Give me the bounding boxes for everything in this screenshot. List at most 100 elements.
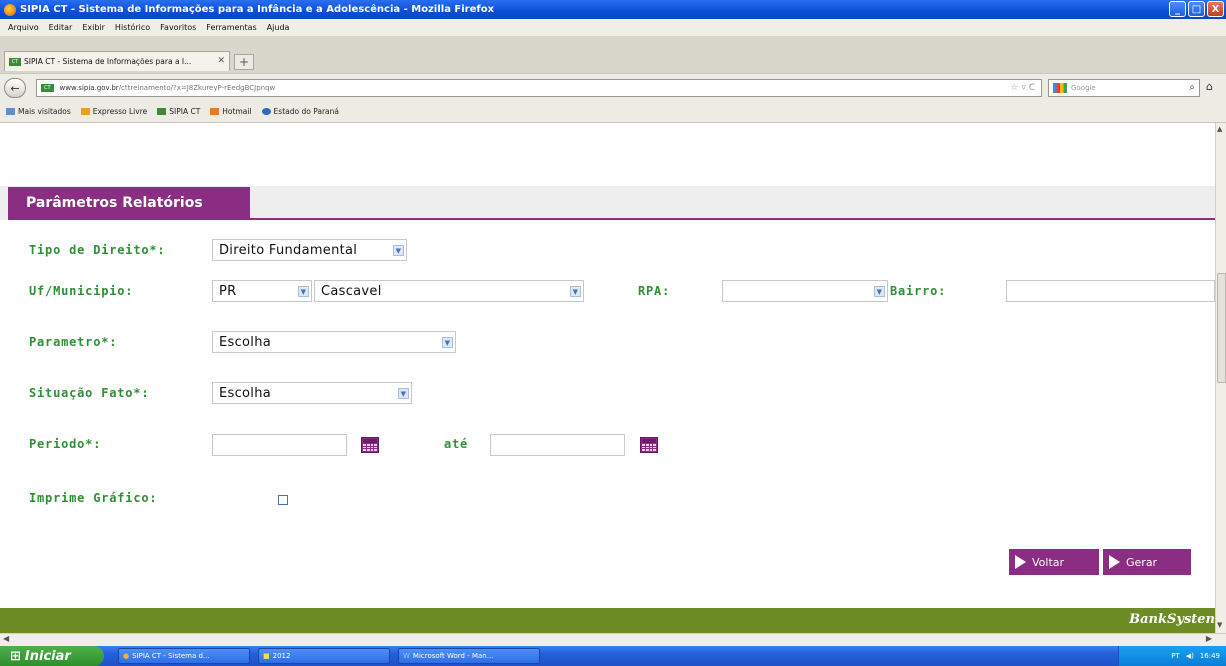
menu-ajuda[interactable]: Ajuda bbox=[267, 23, 290, 32]
back-button[interactable]: ← bbox=[4, 78, 26, 98]
menu-bar: Arquivo Editar Exibir Histórico Favorito… bbox=[0, 19, 1226, 36]
bookmarks-toolbar: Mais visitados Expresso Livre SIPIA CT H… bbox=[0, 101, 1226, 123]
page-footer: BankSysten bbox=[0, 608, 1215, 633]
menu-editar[interactable]: Editar bbox=[49, 23, 73, 32]
gerar-label: Gerar bbox=[1126, 555, 1158, 569]
language-indicator[interactable]: PT bbox=[1171, 652, 1180, 660]
start-button[interactable]: ⊞ Iniciar bbox=[0, 646, 104, 666]
expresso-icon bbox=[80, 108, 90, 115]
rpa-select[interactable]: ▼ bbox=[722, 280, 888, 302]
tipo-direito-label: Tipo de Direito*: bbox=[29, 243, 166, 257]
menu-arquivo[interactable]: Arquivo bbox=[8, 23, 39, 32]
folder-icon bbox=[6, 108, 15, 115]
maximize-button[interactable]: □ bbox=[1188, 1, 1205, 17]
bookmark-hotmail[interactable]: Hotmail bbox=[210, 107, 252, 116]
imprime-grafico-label: Imprime Gráfico: bbox=[29, 491, 158, 505]
search-bar[interactable]: Google ⌕ bbox=[1048, 79, 1200, 97]
taskbar-item-folder[interactable]: ■ 2012 bbox=[258, 648, 390, 664]
bookmark-expresso-livre[interactable]: Expresso Livre bbox=[80, 107, 147, 116]
tipo-direito-value: Direito Fundamental bbox=[219, 242, 358, 258]
bookmark-estado-parana[interactable]: Estado do Paraná bbox=[261, 107, 339, 116]
minimize-button[interactable]: _ bbox=[1169, 1, 1186, 17]
taskbar-item-word[interactable]: W Microsoft Word - Man... bbox=[398, 648, 540, 664]
vertical-scrollbar[interactable]: ▲ ▼ bbox=[1215, 123, 1226, 633]
rpa-label: RPA: bbox=[638, 284, 671, 298]
scroll-down-icon[interactable]: ▼ bbox=[1217, 621, 1222, 629]
situacao-fato-select[interactable]: Escolha ▼ bbox=[212, 382, 412, 404]
windows-logo-icon: ⊞ bbox=[10, 648, 21, 664]
uf-select[interactable]: PR ▼ bbox=[212, 280, 312, 302]
parametro-value: Escolha bbox=[219, 334, 272, 350]
chevron-down-icon[interactable]: ▼ bbox=[570, 286, 581, 297]
globe-icon bbox=[261, 108, 271, 115]
tab-bar: CT SIPIA CT - Sistema de Informações par… bbox=[0, 36, 1226, 73]
chevron-down-icon[interactable]: ▼ bbox=[298, 286, 309, 297]
volume-icon[interactable]: ◀) bbox=[1186, 652, 1194, 660]
gerar-button[interactable]: Gerar bbox=[1103, 549, 1191, 575]
chevron-down-icon[interactable]: ▼ bbox=[874, 286, 885, 297]
tab-close-icon[interactable]: ✕ bbox=[217, 56, 225, 66]
chevron-down-icon[interactable]: ▼ bbox=[393, 245, 404, 256]
taskbar-item-firefox[interactable]: ● SIPIA CT - Sistema d... bbox=[118, 648, 250, 664]
arrow-right-icon bbox=[1015, 555, 1026, 569]
bookmark-star-icon[interactable]: ☆ ▿ C bbox=[1010, 83, 1035, 93]
chevron-down-icon[interactable]: ▼ bbox=[442, 337, 453, 348]
menu-ferramentas[interactable]: Ferramentas bbox=[206, 23, 256, 32]
system-tray: PT ◀) 16:49 bbox=[1118, 646, 1226, 666]
scroll-left-icon[interactable]: ◀ bbox=[3, 634, 9, 643]
new-tab-button[interactable]: + bbox=[234, 54, 254, 70]
page-content: Parâmetros Relatórios Tipo de Direito*: … bbox=[0, 123, 1215, 633]
chevron-down-icon[interactable]: ▼ bbox=[398, 388, 409, 399]
site-identity-icon[interactable]: CT bbox=[41, 84, 54, 92]
scroll-up-icon[interactable]: ▲ bbox=[1217, 125, 1222, 133]
calendar-icon[interactable] bbox=[361, 437, 379, 453]
scroll-right-icon[interactable]: ▶ bbox=[1206, 634, 1212, 643]
uf-municipio-label: Uf/Municipio: bbox=[29, 284, 134, 298]
tab-label: SIPIA CT - Sistema de Informações para a… bbox=[24, 57, 192, 66]
section-title: Parâmetros Relatórios bbox=[8, 187, 250, 219]
calendar-icon[interactable] bbox=[640, 437, 658, 453]
tab-sipia[interactable]: CT SIPIA CT - Sistema de Informações par… bbox=[4, 51, 230, 71]
periodo-label: Periodo*: bbox=[29, 437, 102, 451]
ate-label: até bbox=[444, 437, 469, 451]
search-placeholder: Google bbox=[1071, 84, 1096, 92]
address-bar[interactable]: CT www.sipia.gov.br /cttreinamento/?x=J8… bbox=[36, 79, 1042, 97]
uf-value: PR bbox=[219, 283, 237, 299]
window-controls: _ □ X bbox=[1169, 1, 1224, 17]
search-icon[interactable]: ⌕ bbox=[1189, 82, 1195, 93]
municipio-select[interactable]: Cascavel ▼ bbox=[314, 280, 584, 302]
taskbar: ⊞ Iniciar ● SIPIA CT - Sistema d... ■ 20… bbox=[0, 646, 1226, 666]
parametro-select[interactable]: Escolha ▼ bbox=[212, 331, 456, 353]
menu-exibir[interactable]: Exibir bbox=[82, 23, 105, 32]
word-icon: W bbox=[403, 652, 410, 660]
voltar-button[interactable]: Voltar bbox=[1009, 549, 1099, 575]
municipio-value: Cascavel bbox=[321, 283, 382, 299]
sipia-favicon-icon: CT bbox=[9, 57, 21, 66]
periodo-end-input[interactable] bbox=[490, 434, 625, 456]
scroll-thumb[interactable] bbox=[1217, 273, 1226, 383]
menu-favoritos[interactable]: Favoritos bbox=[160, 23, 196, 32]
imprime-grafico-checkbox[interactable] bbox=[278, 495, 288, 505]
bookmark-mais-visitados[interactable]: Mais visitados bbox=[6, 107, 71, 116]
voltar-label: Voltar bbox=[1032, 555, 1065, 569]
folder-icon: ■ bbox=[263, 652, 270, 660]
browser-window: SIPIA CT - Sistema de Informações para a… bbox=[0, 0, 1226, 666]
home-icon[interactable]: ⌂ bbox=[1206, 80, 1213, 93]
url-path: /cttreinamento/?x=J8ZkureyP-rEedgBCJpnqw bbox=[118, 84, 276, 92]
close-button[interactable]: X bbox=[1207, 1, 1224, 17]
sipia-icon bbox=[157, 108, 167, 115]
firefox-icon: ● bbox=[123, 652, 130, 660]
menu-historico[interactable]: Histórico bbox=[115, 23, 150, 32]
firefox-icon bbox=[4, 3, 16, 16]
bookmark-sipia-ct[interactable]: SIPIA CT bbox=[157, 107, 200, 116]
section-divider bbox=[8, 218, 1215, 220]
hotmail-icon bbox=[210, 108, 220, 115]
url-domain: www.sipia.gov.br bbox=[59, 84, 119, 92]
start-label: Iniciar bbox=[24, 648, 71, 664]
periodo-start-input[interactable] bbox=[212, 434, 347, 456]
title-bar: SIPIA CT - Sistema de Informações para a… bbox=[0, 0, 1226, 19]
bairro-input[interactable] bbox=[1006, 280, 1215, 302]
horizontal-scrollbar[interactable]: ◀ ▶ bbox=[0, 633, 1226, 646]
parametro-label: Parametro*: bbox=[29, 335, 118, 349]
tipo-direito-select[interactable]: Direito Fundamental ▼ bbox=[212, 239, 407, 261]
